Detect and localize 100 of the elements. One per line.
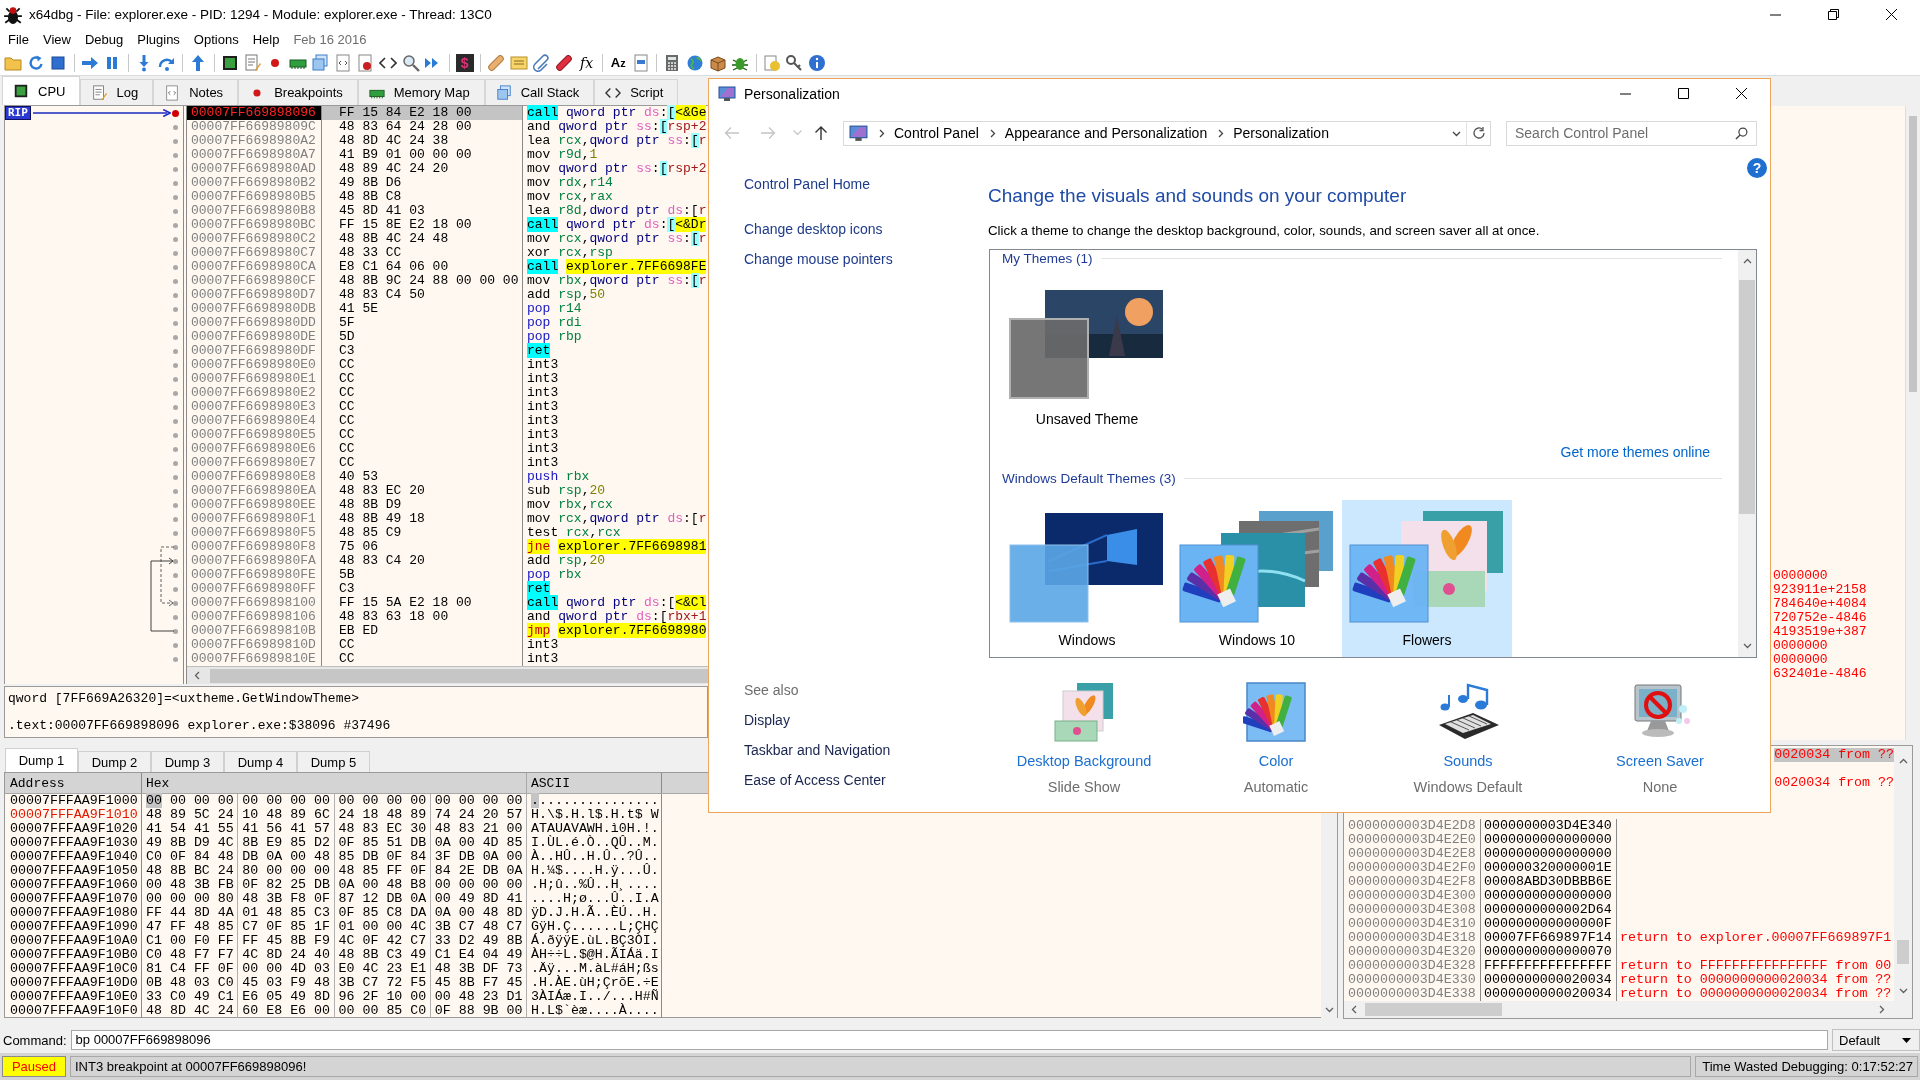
key-icon[interactable] bbox=[785, 53, 804, 72]
ascii-cell: Á.ðÿÿE.ùL.BÇ3ÒI. bbox=[527, 934, 662, 948]
vertical-scrollbar[interactable] bbox=[1894, 746, 1912, 1001]
menu-item[interactable]: Help bbox=[252, 32, 280, 47]
breadcrumb-item[interactable]: Personalization bbox=[1233, 125, 1329, 141]
address-cell: 00007FF6698980E2 bbox=[187, 386, 322, 400]
globe-icon[interactable] bbox=[686, 53, 705, 72]
address-cell: 0000000003D4E308 bbox=[1344, 903, 1481, 917]
hex-cell: 48 8B C3 49 bbox=[334, 948, 431, 962]
scroll-thumb[interactable] bbox=[1365, 1003, 1502, 1016]
address-cell: 00007FFFAA9F1020 bbox=[5, 822, 142, 836]
bytes-cell: FF 15 84 E2 18 00 bbox=[322, 106, 523, 120]
function-button[interactable]: fx bbox=[577, 53, 596, 72]
command-field[interactable]: bp 00007FF669898096 bbox=[70, 1030, 1828, 1050]
address-cell: 0000000003D4E2E0 bbox=[1344, 833, 1481, 847]
tab[interactable]: Breakpoints bbox=[238, 79, 358, 105]
tab[interactable]: Dump 2 bbox=[78, 751, 151, 772]
see-also-link[interactable]: Display bbox=[744, 711, 790, 729]
stacked-windows-icon[interactable] bbox=[311, 53, 330, 72]
paperclip-icon[interactable] bbox=[532, 53, 551, 72]
nav-link[interactable]: Control Panel Home bbox=[744, 175, 871, 193]
hex-cell: 01 00 00 4C bbox=[334, 920, 431, 934]
instruction-cell-text: lea rcx,qword ptr ss:[r bbox=[526, 134, 708, 148]
see-also-link[interactable]: Taskbar and Navigation bbox=[744, 741, 891, 759]
menu-item[interactable]: File bbox=[8, 32, 29, 47]
tab[interactable]: Script bbox=[594, 79, 679, 105]
theme-tile[interactable]: Windows bbox=[1002, 500, 1172, 657]
refresh-icon[interactable] bbox=[1472, 126, 1486, 140]
bytes-cell: 48 8B 49 18 bbox=[322, 512, 523, 526]
tab[interactable]: Dump 3 bbox=[151, 751, 224, 772]
horizontal-scrollbar[interactable] bbox=[1343, 1001, 1913, 1019]
hex-cell: FF 44 8D 4A bbox=[142, 906, 239, 920]
register-value: 632401e-4846 bbox=[1773, 667, 1868, 681]
instruction-cell-text: ret bbox=[526, 344, 552, 358]
tab[interactable]: Memory Map bbox=[357, 79, 485, 105]
tab[interactable]: Call Stack bbox=[484, 79, 595, 105]
mode-dropdown[interactable]: Default bbox=[1832, 1029, 1920, 1051]
scroll-thumb[interactable] bbox=[1909, 116, 1917, 392]
setting-link[interactable]: Desktop Background bbox=[1016, 752, 1152, 770]
horizontal-scrollbar[interactable] bbox=[187, 666, 708, 684]
hex-cell: 00 48 3B FB bbox=[142, 878, 239, 892]
nav-link[interactable]: Change desktop icons bbox=[744, 220, 883, 238]
tab[interactable]: Log bbox=[80, 79, 154, 105]
instruction-cell-text: int3 bbox=[526, 400, 560, 414]
document-icon[interactable] bbox=[631, 53, 650, 72]
setting-value: None bbox=[1642, 778, 1678, 796]
tab[interactable]: Dump 1 bbox=[5, 748, 78, 772]
scroll-thumb[interactable] bbox=[1897, 940, 1909, 964]
stop-icon[interactable] bbox=[49, 53, 68, 72]
help-button[interactable]: ? bbox=[1747, 158, 1767, 178]
ascii-cell: ATAUAVAWH.ì0H.!. bbox=[527, 822, 662, 836]
breadcrumb-item[interactable]: Control Panel bbox=[894, 125, 979, 141]
menu-item[interactable]: Options bbox=[193, 32, 239, 47]
bytes-cell: CC bbox=[322, 414, 523, 428]
scroll-thumb[interactable] bbox=[1739, 280, 1755, 514]
address-bar[interactable]: Control Panel Appearance and Personalization Personalization bbox=[843, 120, 1491, 146]
tab[interactable]: Notes bbox=[153, 79, 239, 105]
tab[interactable]: Dump 5 bbox=[297, 751, 370, 772]
more-themes-link[interactable]: Get more themes online bbox=[1560, 443, 1710, 461]
menu-item[interactable]: Debug bbox=[84, 32, 124, 47]
setting-link[interactable]: Color bbox=[1258, 752, 1294, 770]
vertical-scrollbar[interactable] bbox=[1321, 813, 1337, 1018]
vertical-scrollbar[interactable] bbox=[1738, 250, 1756, 657]
scroll-thumb[interactable] bbox=[210, 668, 708, 683]
menu-item[interactable]: Plugins bbox=[137, 32, 180, 47]
color-fan-icon[interactable] bbox=[1243, 681, 1309, 745]
ascii-cell: ÀH÷÷L.$@H.ÃIÁä.I bbox=[527, 948, 662, 962]
theme-tile[interactable]: Windows 10 bbox=[1172, 500, 1342, 657]
chip-icon[interactable] bbox=[220, 53, 239, 72]
address-cell: 0000000003D4E2F8 bbox=[1344, 875, 1481, 889]
tab[interactable]: Dump 4 bbox=[224, 751, 297, 772]
search-field[interactable]: Search Control Panel bbox=[1506, 120, 1757, 146]
tab[interactable]: CPU bbox=[2, 76, 81, 105]
setting-link[interactable]: Screen Saver bbox=[1616, 752, 1704, 770]
info-icon[interactable] bbox=[808, 53, 826, 72]
nav-link[interactable]: Change mouse pointers bbox=[744, 250, 893, 268]
hex-cell: 00 00 85 C0 bbox=[334, 1004, 431, 1018]
value-cell: 000000320000001E bbox=[1481, 861, 1617, 875]
address-cell: 00007FF6698980B2 bbox=[187, 176, 322, 190]
script-icon[interactable] bbox=[333, 53, 352, 72]
theme-tile[interactable]: Flowers bbox=[1342, 500, 1512, 657]
address-cell: 00007FF6698980B8 bbox=[187, 204, 322, 218]
box-icon[interactable] bbox=[708, 53, 727, 72]
restart-icon[interactable] bbox=[26, 53, 45, 72]
list-icon[interactable] bbox=[509, 53, 528, 72]
comment-cell: 0020034 from ?? bbox=[1774, 748, 1894, 762]
menu-item[interactable]: View bbox=[42, 32, 71, 47]
search-icon[interactable] bbox=[401, 53, 420, 72]
hex-cell: 74 24 20 57 bbox=[430, 808, 527, 822]
document-icon[interactable] bbox=[356, 53, 375, 72]
up-arrow-icon[interactable] bbox=[814, 125, 828, 141]
hex-cell: 10 48 89 6C bbox=[238, 808, 335, 822]
see-also-link[interactable]: Ease of Access Center bbox=[744, 771, 886, 789]
theme-tile[interactable]: Unsaved Theme bbox=[1002, 279, 1172, 436]
setting-link[interactable]: Sounds bbox=[1443, 752, 1493, 770]
hex-cell: 33 C0 49 C1 bbox=[142, 990, 239, 1004]
bytes-cell: 48 8B C8 bbox=[322, 190, 523, 204]
hex-cell: E6 05 49 8D bbox=[238, 990, 335, 1004]
address-cell: 00007FFFAA9F1080 bbox=[5, 906, 142, 920]
breadcrumb-item[interactable]: Appearance and Personalization bbox=[1004, 125, 1208, 141]
